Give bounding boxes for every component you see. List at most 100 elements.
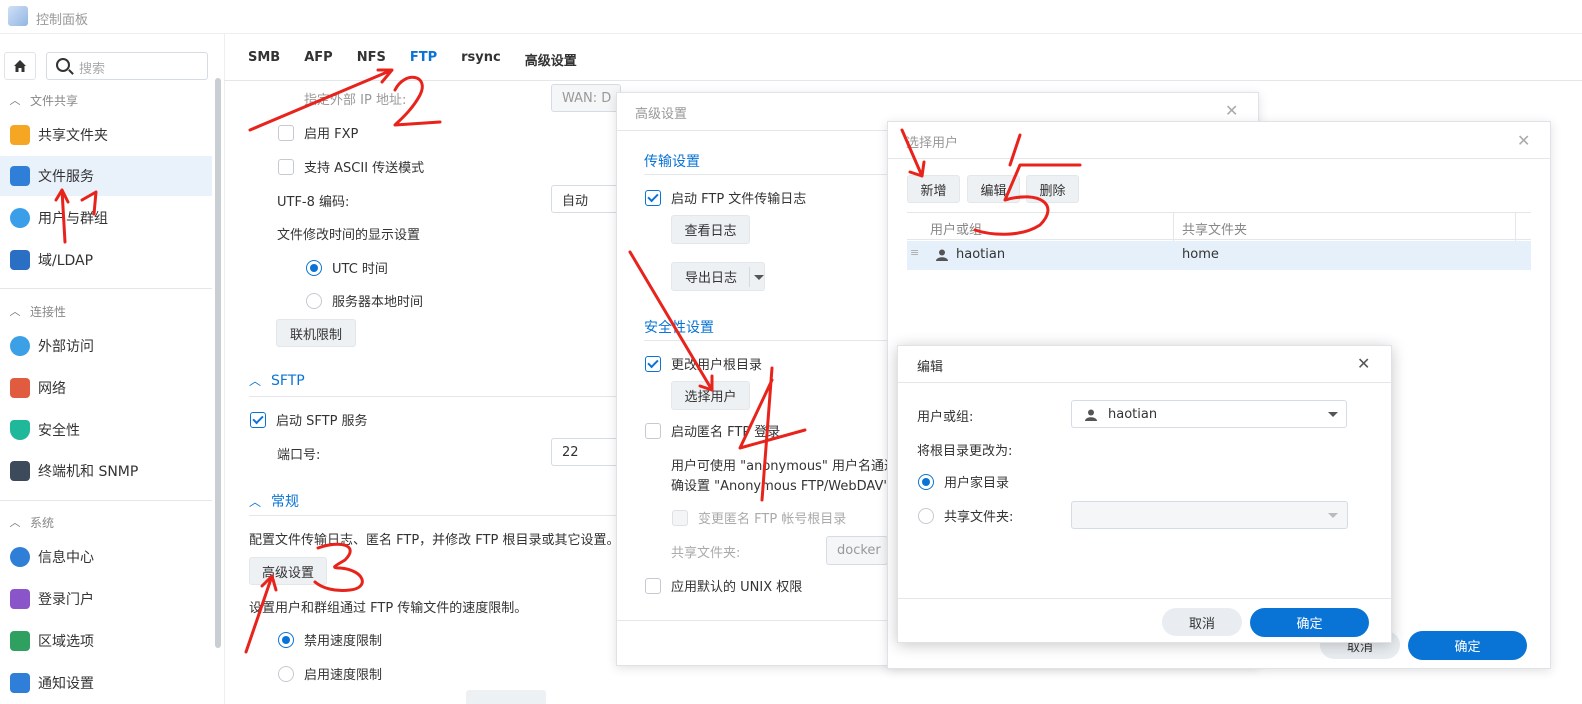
ascii-mode-checkbox[interactable]	[278, 158, 294, 175]
sidebar-item-notification[interactable]: 通知设置	[0, 663, 212, 703]
notification-icon	[10, 673, 30, 693]
advanced-dialog-title: 高级设置	[635, 107, 688, 122]
section-system[interactable]: ︿ 系统	[0, 510, 212, 534]
home-icon	[14, 60, 26, 72]
enable-ftp-log-option[interactable]: 启动 FTP 文件传输日志	[645, 188, 806, 207]
utc-time-radio[interactable]	[306, 259, 322, 276]
apply-unix-permission-checkbox[interactable]	[645, 577, 661, 594]
shared-folder-select[interactable]	[1071, 501, 1348, 529]
sidebar-item-external-access[interactable]: 外部访问	[0, 326, 212, 366]
chevron-up-icon: ︿	[9, 516, 21, 529]
export-log-button[interactable]: 导出日志	[671, 262, 765, 291]
tab-ftp[interactable]: FTP	[410, 50, 437, 74]
enable-ftp-log-checkbox[interactable]	[645, 189, 661, 206]
sidebar-item-info-center[interactable]: 信息中心	[0, 537, 212, 577]
advanced-settings-button[interactable]: 高级设置	[249, 557, 327, 585]
search-input[interactable]: 搜索	[46, 52, 208, 80]
close-icon[interactable]: ✕	[1357, 354, 1370, 373]
sidebar-scrollbar[interactable]	[215, 78, 221, 648]
row-user: haotian	[956, 247, 1006, 262]
tab-nfs[interactable]: NFS	[357, 50, 386, 74]
column-shared-folder[interactable]: 共享文件夹	[1182, 219, 1247, 238]
caret-down-icon	[1328, 412, 1338, 417]
change-user-root-checkbox[interactable]	[645, 355, 661, 372]
disable-speed-limit-option[interactable]: 禁用速度限制	[278, 630, 382, 649]
sidebar-item-shared-folder[interactable]: 共享文件夹	[0, 115, 212, 155]
add-user-button[interactable]: 新增	[907, 175, 960, 203]
sidebar-item-regional-options[interactable]: 区域选项	[0, 621, 212, 661]
select-user-button[interactable]: 选择用户	[671, 381, 750, 410]
enable-fxp-checkbox[interactable]	[278, 124, 294, 141]
tab-rsync[interactable]: rsync	[461, 50, 501, 74]
section-connectivity[interactable]: ︿ 连接性	[0, 299, 212, 323]
tab-advanced[interactable]: 高级设置	[525, 50, 577, 74]
ext-ip-field[interactable]: WAN: D	[551, 84, 621, 112]
sftp-port-field[interactable]: 22	[551, 438, 621, 466]
table-row[interactable]: ≡ haotian home	[907, 241, 1531, 270]
sidebar-item-users-groups[interactable]: 用户与群组	[0, 198, 212, 238]
tab-smb[interactable]: SMB	[248, 50, 280, 74]
utc-time-option[interactable]: UTC 时间	[306, 258, 388, 277]
tabbar-divider	[224, 80, 1582, 81]
select-user-ok-button[interactable]: 确定	[1408, 631, 1527, 660]
change-user-root-option[interactable]: 更改用户根目录	[645, 354, 762, 373]
chevron-up-icon: ︿	[9, 305, 21, 318]
tab-afp[interactable]: AFP	[304, 50, 332, 74]
domain-icon	[10, 250, 30, 270]
sidebar-item-file-services[interactable]: 文件服务	[0, 156, 212, 196]
ascii-mode-option[interactable]: 支持 ASCII 传送模式	[278, 157, 424, 176]
sidebar-item-domain-ldap[interactable]: 域/LDAP	[0, 240, 212, 280]
enable-fxp-option[interactable]: 启用 FXP	[278, 123, 358, 142]
anonymous-description-line2: 确设置 "Anonymous FTP/WebDAV"	[671, 479, 887, 494]
user-home-radio[interactable]	[918, 473, 934, 490]
sidebar-item-security[interactable]: 安全性	[0, 410, 212, 450]
general-section-header[interactable]: ︿ 常规	[249, 491, 299, 511]
annotation-label-2: 2	[410, 109, 411, 111]
enable-speed-limit-option[interactable]: 启用速度限制	[278, 664, 382, 683]
enable-sftp-option[interactable]: 启动 SFTP 服务	[250, 410, 368, 429]
column-user-or-group[interactable]: 用户或组	[930, 219, 982, 238]
shared-folder-radio[interactable]	[918, 507, 934, 524]
section-divider	[644, 340, 888, 341]
enable-anonymous-ftp-option[interactable]: 启动匿名 FTP 登录	[645, 421, 780, 440]
user-group-select[interactable]: haotian	[1071, 400, 1347, 428]
sidebar-item-terminal-snmp[interactable]: 终端机和 SNMP	[0, 451, 212, 491]
sidebar-item-network[interactable]: 网络	[0, 368, 212, 408]
folder-icon	[10, 125, 30, 145]
apply-unix-permission-option[interactable]: 应用默认的 UNIX 权限	[645, 576, 802, 595]
user-icon	[936, 249, 948, 261]
table-header: 用户或组 共享文件夹	[907, 212, 1531, 241]
utf8-select[interactable]: 自动	[551, 185, 621, 213]
section-file-sharing[interactable]: ︿ 文件共享	[0, 88, 212, 112]
chevron-up-icon: ︿	[9, 94, 21, 107]
drag-handle-icon[interactable]: ≡	[910, 246, 919, 259]
enable-sftp-checkbox[interactable]	[250, 411, 266, 428]
ext-ip-label: 指定外部 IP 地址:	[304, 93, 407, 108]
enable-anonymous-ftp-checkbox[interactable]	[645, 422, 661, 439]
caret-down-icon	[754, 275, 764, 280]
sftp-section-header[interactable]: ︿ SFTP	[249, 372, 305, 389]
speed-limit-button-partial[interactable]	[466, 690, 546, 704]
enable-speed-limit-radio[interactable]	[278, 665, 294, 682]
home-button[interactable]	[4, 52, 36, 80]
view-log-button[interactable]: 查看日志	[671, 215, 750, 244]
shared-folder-option[interactable]: 共享文件夹:	[918, 506, 1013, 525]
change-anon-root-checkbox[interactable]	[672, 509, 688, 526]
user-home-option[interactable]: 用户家目录	[918, 472, 1009, 491]
server-local-time-radio[interactable]	[306, 292, 322, 309]
region-icon	[10, 631, 30, 651]
edit-cancel-button[interactable]: 取消	[1162, 608, 1242, 636]
close-icon[interactable]: ✕	[1517, 131, 1530, 150]
sidebar-item-login-portal[interactable]: 登录门户	[0, 579, 212, 619]
delete-user-button[interactable]: 删除	[1026, 175, 1079, 203]
users-icon	[10, 208, 30, 228]
close-icon[interactable]: ✕	[1225, 101, 1238, 120]
change-anon-root-option[interactable]: 变更匿名 FTP 帐号根目录	[672, 508, 846, 527]
edit-ok-button[interactable]: 确定	[1250, 608, 1369, 637]
user-group-label: 用户或组:	[917, 410, 974, 425]
edit-user-button[interactable]: 编辑	[967, 175, 1020, 203]
disable-speed-limit-radio[interactable]	[278, 631, 294, 648]
server-local-time-option[interactable]: 服务器本地时间	[306, 291, 423, 310]
anon-shared-folder-select[interactable]: docker	[826, 536, 888, 565]
connection-limit-button[interactable]: 联机限制	[276, 319, 356, 347]
